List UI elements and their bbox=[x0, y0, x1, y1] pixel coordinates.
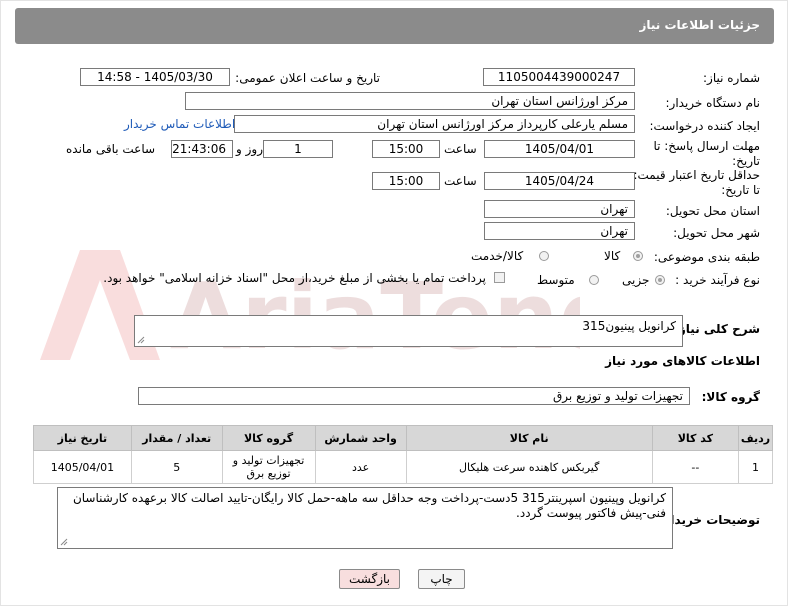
delivery-province-field[interactable]: تهران bbox=[484, 200, 635, 218]
summary-text: کرانویل پینیون315 bbox=[582, 319, 676, 333]
goods-group-label: گروه کالا: bbox=[701, 390, 760, 404]
buyer-notes-field[interactable]: کرانویل وپینیون اسپرینتر315 5دست-پرداخت … bbox=[57, 487, 673, 549]
process-option-minor: جزیی bbox=[622, 273, 650, 287]
table-row[interactable]: 1 -- گیربکس کاهنده سرعت هلیکال عدد تجهیز… bbox=[33, 450, 773, 484]
price-validity-label: حداقل تاریخ اعتبار قیمت: تا تاریخ: bbox=[633, 168, 760, 197]
col-header-row-number: ردیف bbox=[738, 425, 773, 451]
treasury-payment-checkbox[interactable] bbox=[494, 272, 505, 283]
col-header-goods-group: گروه کالا bbox=[221, 425, 316, 451]
summary-label: شرح کلی نیاز: bbox=[674, 322, 760, 336]
col-header-need-date: تاریخ نیاز bbox=[33, 425, 132, 451]
category-label: طبقه بندی موضوعی: bbox=[653, 250, 760, 264]
announce-label: تاریخ و ساعت اعلان عمومی: bbox=[235, 71, 380, 85]
cell-row-number: 1 bbox=[738, 450, 773, 484]
cell-quantity: 5 bbox=[130, 450, 223, 484]
cell-goods-group: تجهیزات تولید و توزیع برق bbox=[221, 450, 316, 484]
goods-group-field[interactable]: تجهیزات تولید و توزیع برق bbox=[138, 387, 690, 405]
cell-need-date: 1405/04/01 bbox=[33, 450, 132, 484]
remaining-days-label: روز و bbox=[236, 142, 263, 156]
resize-grip-icon[interactable] bbox=[137, 336, 145, 344]
buyer-org-field[interactable]: مرکز اورژانس استان تهران bbox=[185, 92, 635, 110]
col-header-quantity: تعداد / مقدار bbox=[130, 425, 223, 451]
announce-datetime-field[interactable]: 1405/03/30 - 14:58 bbox=[80, 68, 230, 86]
summary-field[interactable]: کرانویل پینیون315 bbox=[134, 315, 683, 347]
goods-table-header-row: ردیف کد کالا نام کالا واحد شمارش گروه کا… bbox=[33, 425, 773, 451]
print-button[interactable]: چاپ bbox=[418, 569, 465, 589]
buyer-org-label: نام دستگاه خریدار: bbox=[665, 96, 761, 110]
category-radio-goods-service[interactable] bbox=[539, 251, 549, 261]
category-option-goods: کالا bbox=[604, 249, 621, 263]
price-validity-time-field[interactable]: 15:00 bbox=[372, 172, 440, 190]
col-header-unit: واحد شمارش bbox=[314, 425, 407, 451]
process-radio-medium[interactable] bbox=[589, 275, 599, 285]
col-header-goods-name: نام کالا bbox=[405, 425, 653, 451]
cell-goods-name: گیربکس کاهنده سرعت هلیکال bbox=[405, 450, 653, 484]
requester-field[interactable]: مسلم یارعلی کارپرداز مرکز اورژانس استان … bbox=[234, 115, 635, 133]
process-option-medium: متوسط bbox=[537, 273, 575, 287]
category-option-goods-service: کالا/خدمت bbox=[471, 249, 524, 263]
reply-deadline-time-label: ساعت bbox=[444, 142, 477, 156]
col-header-goods-code: کد کالا bbox=[651, 425, 740, 451]
reply-deadline-date-field[interactable]: 1405/04/01 bbox=[484, 140, 635, 158]
process-label: نوع فرآیند خرید : bbox=[675, 273, 760, 287]
remaining-days-field[interactable]: 1 bbox=[263, 140, 333, 158]
reply-deadline-label: مهلت ارسال پاسخ: تا تاریخ: bbox=[653, 139, 760, 168]
reply-deadline-time-field[interactable]: 15:00 bbox=[372, 140, 440, 158]
buyer-contact-link[interactable]: اطلاعات تماس خریدار bbox=[124, 117, 235, 131]
cell-goods-code: -- bbox=[651, 450, 740, 484]
buyer-notes-text: کرانویل وپینیون اسپرینتر315 5دست-پرداخت … bbox=[72, 491, 666, 520]
process-radio-minor[interactable] bbox=[655, 275, 665, 285]
page-header: جزئیات اطلاعات نیاز bbox=[15, 8, 774, 44]
category-radio-goods[interactable] bbox=[633, 251, 643, 261]
goods-table: ردیف کد کالا نام کالا واحد شمارش گروه کا… bbox=[33, 425, 773, 484]
requester-label: ایجاد کننده درخواست: bbox=[649, 119, 760, 133]
delivery-city-label: شهر محل تحویل: bbox=[673, 226, 760, 240]
remaining-time-label: ساعت باقی مانده bbox=[66, 142, 156, 156]
page-title: جزئیات اطلاعات نیاز bbox=[639, 18, 760, 32]
goods-info-title: اطلاعات کالاهای مورد نیاز bbox=[605, 354, 760, 368]
treasury-payment-note: پرداخت تمام یا بخشی از مبلغ خرید،از محل … bbox=[103, 271, 486, 285]
buyer-notes-label: توضیحات خریدار: bbox=[658, 513, 760, 527]
delivery-city-field[interactable]: تهران bbox=[484, 222, 635, 240]
price-validity-time-label: ساعت bbox=[444, 174, 477, 188]
price-validity-date-field[interactable]: 1405/04/24 bbox=[484, 172, 635, 190]
back-button[interactable]: بازگشت bbox=[339, 569, 400, 589]
remaining-time-field[interactable]: 21:43:06 bbox=[171, 140, 233, 158]
cell-unit: عدد bbox=[314, 450, 407, 484]
delivery-province-label: استان محل تحویل: bbox=[665, 204, 760, 218]
need-number-field[interactable]: 1105004439000247 bbox=[483, 68, 635, 86]
resize-grip-icon[interactable] bbox=[60, 538, 68, 546]
need-number-label: شماره نیاز: bbox=[703, 71, 760, 85]
